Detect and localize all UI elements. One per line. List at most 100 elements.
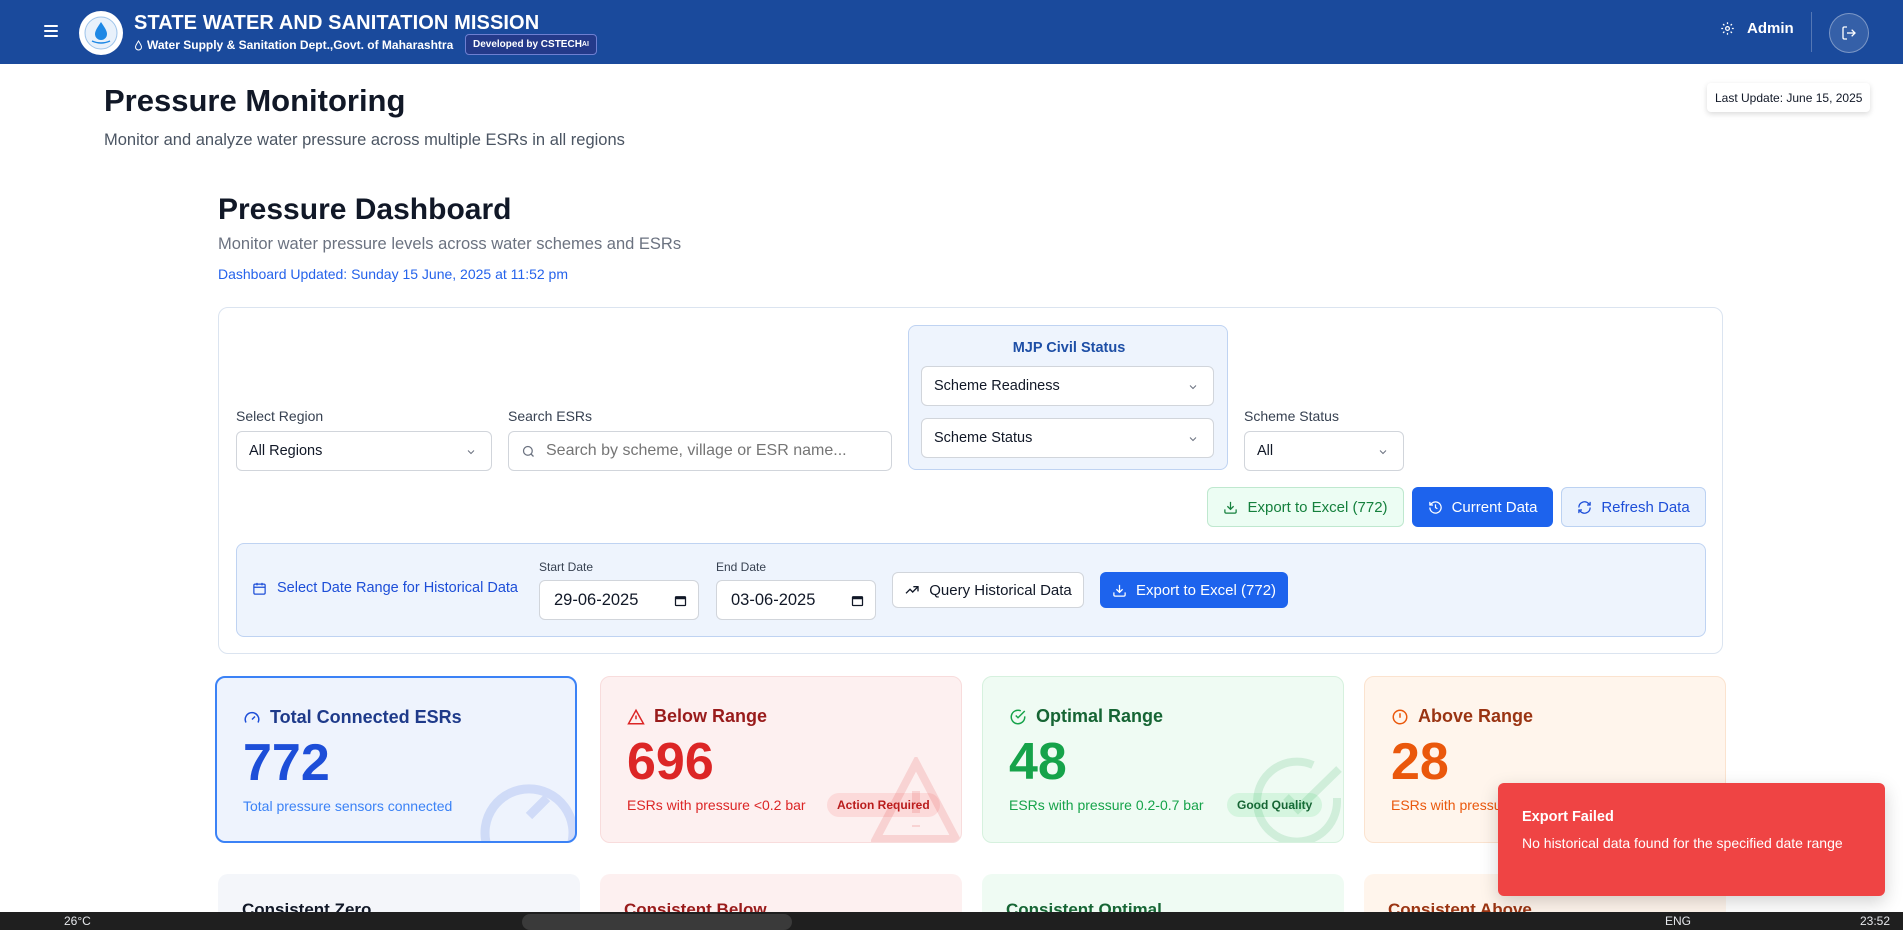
export-failed-toast[interactable]: Export Failed No historical data found f…: [1498, 783, 1885, 896]
history-icon: [1428, 500, 1442, 514]
current-data-label: Current Data: [1451, 498, 1538, 516]
taskbar-search[interactable]: [522, 914, 792, 930]
optimal-range-card[interactable]: Optimal Range 48 ESRs with pressure 0.2-…: [982, 676, 1344, 843]
card-title-text: Optimal Range: [1036, 706, 1164, 726]
os-taskbar: 26°C ENG 23:52: [0, 912, 1903, 930]
mjp-scheme-status-select[interactable]: Scheme Status: [921, 418, 1214, 458]
scheme-status-label: Scheme Status: [1244, 408, 1339, 424]
dashboard-title: Pressure Dashboard: [218, 193, 512, 226]
calendar-icon[interactable]: [673, 593, 688, 608]
download-icon: [1224, 501, 1238, 514]
card-desc: ESRs with pressu: [1391, 797, 1502, 813]
logout-button[interactable]: [1829, 13, 1869, 53]
card-title: Total Connected ESRs: [243, 707, 462, 728]
refresh-icon: [1578, 500, 1592, 514]
below-range-card[interactable]: Below Range 696 ESRs with pressure <0.2 …: [600, 676, 962, 843]
header-divider: [1811, 12, 1812, 52]
region-value: All Regions: [249, 443, 323, 459]
calendar-icon: [253, 582, 266, 595]
historical-range-text: Select Date Range for Historical Data: [277, 580, 518, 596]
search-label: Search ESRs: [508, 408, 593, 424]
end-date-value: 03-06-2025: [731, 590, 816, 609]
export-historical-label: Export to Excel (772): [1135, 581, 1277, 599]
check-circle-icon: [1253, 757, 1342, 842]
card-value: 696: [627, 733, 714, 791]
download-icon: [1113, 584, 1126, 597]
historical-range-label: Select Date Range for Historical Data: [252, 580, 518, 596]
calendar-icon[interactable]: [850, 593, 865, 608]
droplet-icon: [134, 39, 143, 50]
card-value: 772: [243, 734, 330, 792]
card-title: Above Range: [1391, 706, 1533, 727]
alert-triangle-icon: [627, 708, 645, 724]
search-field[interactable]: [508, 431, 892, 471]
developer-badge: Developed by CSTECH AI: [465, 34, 597, 55]
gear-icon: [1721, 22, 1734, 35]
card-title-text: Below Range: [654, 706, 768, 726]
refresh-data-button[interactable]: Refresh Data: [1561, 487, 1706, 527]
mission-logo: [79, 11, 123, 55]
weather-text: 26°C: [64, 914, 91, 928]
scheme-readiness-select[interactable]: Scheme Readiness: [921, 366, 1214, 406]
region-label: Select Region: [236, 408, 324, 424]
scheme-status-value: All: [1257, 443, 1274, 459]
export-historical-button[interactable]: Export to Excel (772): [1100, 572, 1288, 608]
dashboard-updated: Dashboard Updated: Sunday 15 June, 2025 …: [218, 266, 568, 282]
alert-circle-icon: [1392, 709, 1408, 724]
admin-settings[interactable]: Admin: [1720, 20, 1794, 37]
export-excel-button[interactable]: Export to Excel (772): [1207, 487, 1404, 527]
search-input[interactable]: [546, 442, 866, 460]
last-update-badge: Last Update: June 15, 2025: [1707, 83, 1871, 112]
admin-label: Admin: [1747, 20, 1794, 37]
clock: 23:52: [1860, 914, 1891, 928]
dashboard-subtitle: Monitor water pressure levels across wat…: [218, 235, 682, 253]
gauge-icon: [480, 784, 575, 841]
toast-title: Export Failed: [1522, 809, 1614, 825]
card-value: 48: [1009, 733, 1067, 791]
chevron-down-icon: [467, 450, 475, 455]
start-date-input[interactable]: 29-06-2025: [539, 580, 699, 620]
developer-text: Developed by CSTECH: [473, 39, 582, 50]
alert-triangle-icon: [871, 757, 961, 842]
start-date-label: Start Date: [539, 560, 594, 574]
total-connected-card[interactable]: Total Connected ESRs 772 Total pressure …: [215, 676, 577, 843]
trending-up-icon: [905, 586, 919, 594]
end-date-input[interactable]: 03-06-2025: [716, 580, 876, 620]
export-excel-label: Export to Excel (772): [1247, 498, 1388, 516]
current-data-button[interactable]: Current Data: [1412, 487, 1553, 527]
region-select[interactable]: All Regions: [236, 431, 492, 471]
page-title: Pressure Monitoring: [104, 83, 406, 118]
gauge-icon: [244, 711, 260, 723]
page-subtitle: Monitor and analyze water pressure acros…: [104, 131, 625, 149]
card-desc: ESRs with pressure <0.2 bar: [627, 797, 806, 813]
language-indicator: ENG: [1665, 914, 1692, 928]
search-icon: [522, 445, 534, 457]
start-date-value: 29-06-2025: [554, 590, 639, 609]
card-desc: ESRs with pressure 0.2-0.7 bar: [1009, 797, 1204, 813]
mjp-scheme-status-value: Scheme Status: [934, 430, 1033, 446]
scheme-status-select[interactable]: All: [1244, 431, 1404, 471]
card-value: 28: [1391, 733, 1449, 791]
chevron-down-icon: [1379, 450, 1387, 455]
mjp-title: MJP Civil Status: [1012, 340, 1126, 356]
toast-message: No historical data found for the specifi…: [1522, 835, 1843, 851]
card-title: Below Range: [627, 706, 767, 727]
menu-icon[interactable]: [44, 22, 58, 42]
app-subtitle: Water Supply & Sanitation Dept.,Govt. of…: [134, 38, 453, 52]
logout-icon: [1842, 26, 1856, 40]
top-navbar: STATE WATER AND SANITATION MISSION Water…: [0, 0, 1903, 64]
card-desc: Total pressure sensors connected: [243, 798, 453, 814]
card-title-text: Above Range: [1418, 706, 1534, 726]
scheme-readiness-value: Scheme Readiness: [934, 378, 1060, 394]
query-historical-label: Query Historical Data: [929, 581, 1072, 599]
app-subtitle-text: Water Supply & Sanitation Dept.,Govt. of…: [147, 38, 454, 52]
card-title: Optimal Range: [1009, 706, 1163, 727]
chevron-down-icon: [1189, 437, 1197, 442]
chevron-down-icon: [1189, 385, 1197, 390]
app-title: STATE WATER AND SANITATION MISSION: [134, 12, 540, 34]
end-date-label: End Date: [716, 560, 767, 574]
check-circle-icon: [1010, 709, 1026, 724]
refresh-data-label: Refresh Data: [1601, 498, 1690, 516]
card-title-text: Total Connected ESRs: [270, 707, 462, 727]
query-historical-button[interactable]: Query Historical Data: [892, 572, 1084, 608]
